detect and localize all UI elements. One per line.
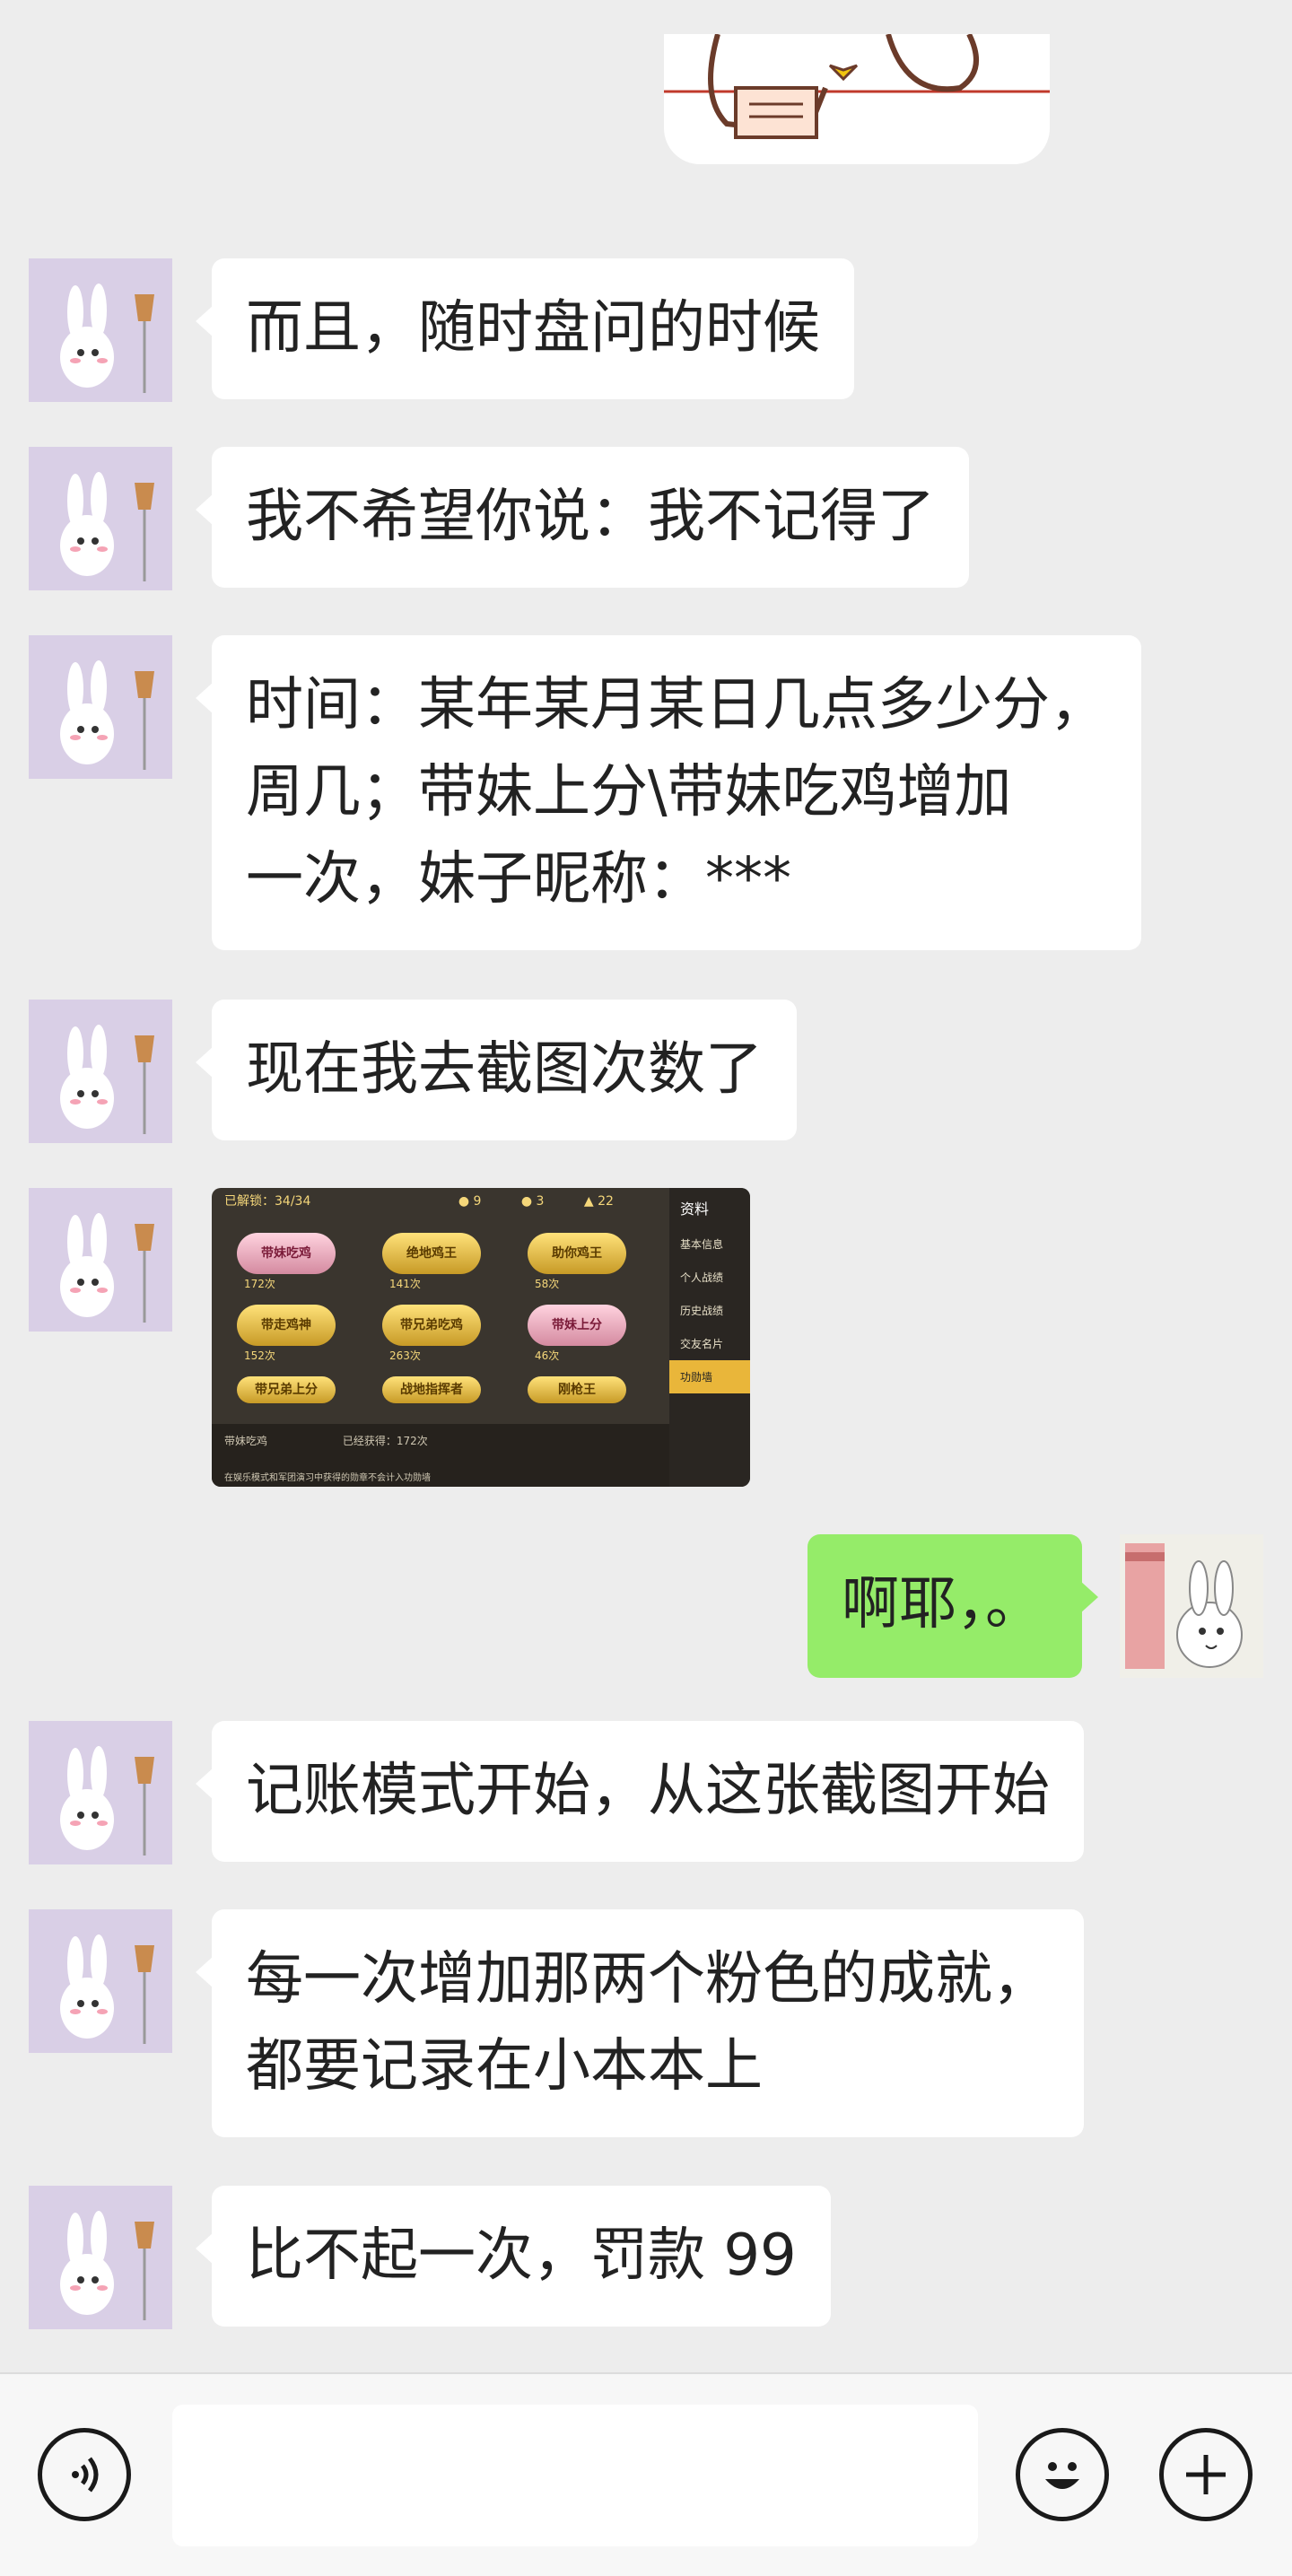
message-text: 而且，随时盘问的时候 (246, 295, 820, 362)
my-message-bubble[interactable]: 啊耶，。 (808, 1534, 1098, 1678)
message-bubble[interactable]: 比不起一次，罚款 99 (196, 2186, 831, 2327)
achievement-badge: 带兄弟上分 (237, 1376, 336, 1403)
profile-sidebar: 资料 基本信息 个人战绩 历史战绩 交友名片 功勋墙 (669, 1188, 750, 1487)
message-text-line: 时间：某年某月某日几点多少分， (246, 672, 1107, 738)
screenshot-image[interactable]: 已解锁：34/34 ● 9 ● 3 ▲ 22 带妹吃鸡 绝地鸡王 助你鸡王 17… (212, 1188, 750, 1487)
message-bubble[interactable]: 每一次增加那两个粉色的成就， 都要记录在小本本上 (196, 1909, 1084, 2137)
plus-icon[interactable] (1159, 2428, 1253, 2521)
contact-avatar[interactable] (29, 1188, 172, 1332)
unlock-count: 已解锁：34/34 ● 9 ● 3 ▲ 22 (224, 1194, 614, 1209)
contact-avatar[interactable] (29, 1721, 172, 1864)
message-input[interactable] (172, 2405, 978, 2546)
achievement-detail: 带妹吃鸡 已经获得：172次 在娱乐模式和军团演习中获得的勋章不会计入功勋墙 (212, 1424, 669, 1487)
badge-count: 58次 (535, 1278, 560, 1290)
my-avatar[interactable] (1120, 1534, 1263, 1678)
achievement-badge: 带妹上分 (528, 1305, 626, 1346)
contact-avatar[interactable] (29, 1909, 172, 2053)
voice-icon[interactable] (38, 2428, 131, 2521)
message-text: 记账模式开始，从这张截图开始 (246, 1758, 1050, 1824)
achievement-badge: 战地指挥者 (382, 1376, 481, 1403)
contact-avatar[interactable] (29, 1000, 172, 1143)
achievement-badge: 带走鸡神 (237, 1305, 336, 1346)
message-bubble[interactable]: 而且，随时盘问的时候 (196, 258, 854, 399)
message-bubble[interactable]: 我不希望你说：我不记得了 (196, 447, 969, 588)
badge-count: 141次 (389, 1278, 421, 1290)
message-bubble[interactable]: 记账模式开始，从这张截图开始 (196, 1721, 1084, 1862)
achievement-badge: 刚枪王 (528, 1376, 626, 1403)
achievement-badge: 带妹吃鸡 (237, 1233, 336, 1274)
message-bubble[interactable]: 时间：某年某月某日几点多少分， 周几；带妹上分\带妹吃鸡增加 一次，妹子昵称：*… (196, 635, 1141, 950)
achievement-badge: 绝地鸡王 (382, 1233, 481, 1274)
badge-count: 152次 (244, 1349, 275, 1362)
contact-avatar[interactable] (29, 447, 172, 590)
message-text: 比不起一次，罚款 99 (246, 2222, 797, 2289)
message-text-line: 都要记录在小本本上 (246, 2033, 763, 2100)
contact-avatar[interactable] (29, 2186, 172, 2329)
emoji-icon[interactable] (1016, 2428, 1109, 2521)
badge-count: 263次 (389, 1349, 421, 1362)
message-text: 现在我去截图次数了 (246, 1036, 763, 1103)
message-text-line: 周几；带妹上分\带妹吃鸡增加 (246, 759, 1012, 825)
contact-avatar[interactable] (29, 635, 172, 779)
chat-input-bar (0, 2372, 1292, 2576)
message-bubble[interactable]: 现在我去截图次数了 (196, 1000, 797, 1140)
badge-count: 46次 (535, 1349, 560, 1362)
achievement-badge: 带兄弟吃鸡 (382, 1305, 481, 1346)
message-text: 啊耶，。 (842, 1571, 1043, 1637)
message-text: 我不希望你说：我不记得了 (246, 484, 935, 550)
message-text-line: 一次，妹子昵称：*** (246, 846, 791, 913)
message-text-line: 每一次增加那两个粉色的成就， (246, 1946, 1050, 2013)
achievement-badge: 助你鸡王 (528, 1233, 626, 1274)
contact-avatar[interactable] (29, 258, 172, 402)
sticker-image[interactable] (664, 32, 1050, 164)
badge-count: 172次 (244, 1278, 275, 1290)
